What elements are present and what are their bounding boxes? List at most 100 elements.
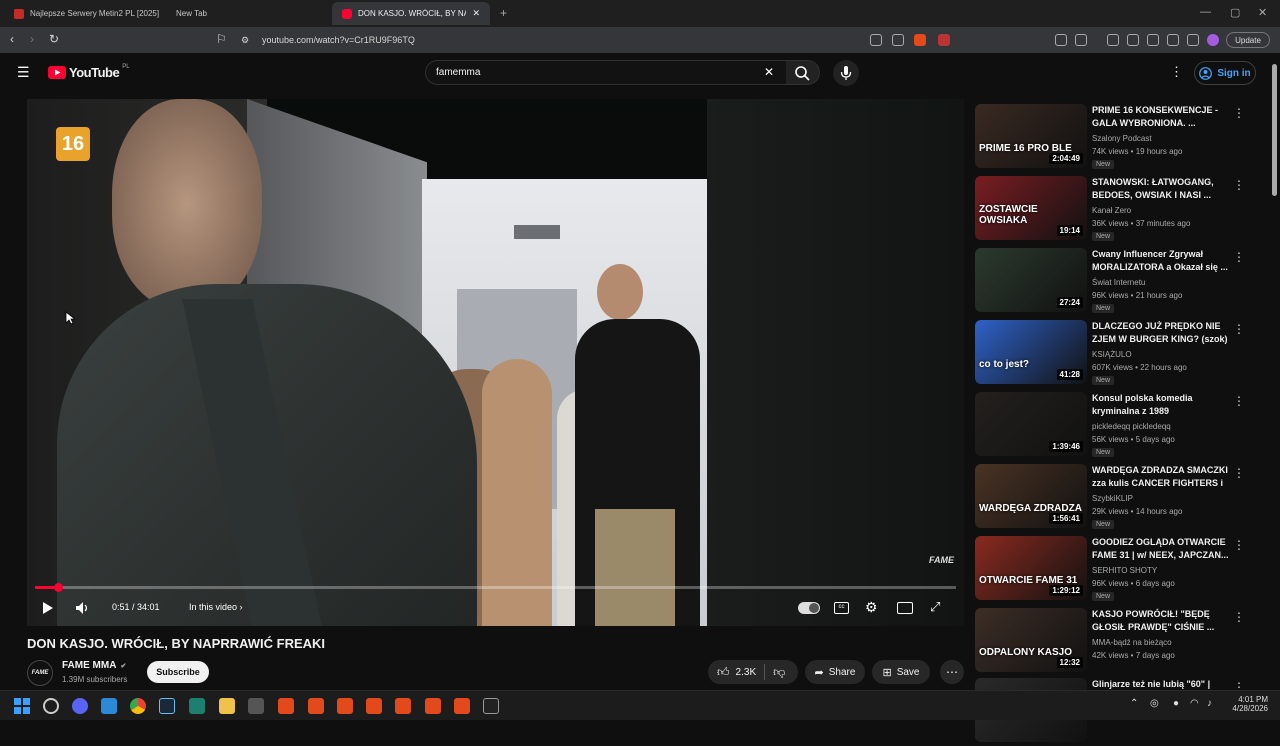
- recommendation-channel[interactable]: SzybkiKLIP: [1092, 494, 1133, 503]
- forward-icon[interactable]: ›: [30, 32, 34, 46]
- share-button[interactable]: ➦ Share: [805, 660, 865, 684]
- play-icon[interactable]: [42, 601, 54, 615]
- new-tab-icon[interactable]: +: [500, 6, 507, 20]
- sidebar-icon[interactable]: [1127, 34, 1139, 46]
- tray-mic-icon[interactable]: ●: [1173, 698, 1179, 709]
- share-page-icon[interactable]: [892, 34, 904, 46]
- sign-in-button[interactable]: Sign in: [1194, 61, 1256, 85]
- volume-icon[interactable]: [75, 601, 89, 615]
- browser-tab-metin[interactable]: Najlepsze Serwery Metin2 PL [2025]: [4, 2, 164, 25]
- brave-icon[interactable]: [278, 698, 294, 714]
- channel-name[interactable]: FAME MMA ✔: [62, 660, 126, 671]
- brave-shield-icon[interactable]: [914, 34, 926, 46]
- wallet-icon[interactable]: [1147, 34, 1159, 46]
- recommendation-channel[interactable]: KSIĄŻULO: [1092, 350, 1132, 359]
- recommendation-thumbnail[interactable]: ODPALONY KASJO 12:32: [975, 608, 1087, 672]
- recommendation-item[interactable]: WARDĘGA ZDRADZA 1:56:41 WARDĘGA ZDRADZA SM…: [975, 464, 1265, 532]
- recommendation-title[interactable]: STANOWSKI: ŁATWOGANG, BEDOES, OWSIAK I N…: [1092, 176, 1232, 202]
- volume-tray-icon[interactable]: ♪: [1207, 698, 1212, 709]
- close-tab-icon[interactable]: ✕: [472, 8, 480, 19]
- url-field[interactable]: youtube.com/watch?v=Cr1RU9F96TQ: [262, 35, 415, 45]
- brave-rewards-icon[interactable]: [938, 34, 950, 46]
- search-button[interactable]: [786, 60, 820, 85]
- recommendation-thumbnail[interactable]: 27:24: [975, 248, 1087, 312]
- recommendation-channel[interactable]: Szalony Podcast: [1092, 134, 1152, 143]
- menu-icon[interactable]: ☰: [17, 64, 30, 81]
- brave-icon[interactable]: [454, 698, 470, 714]
- recommendation-title[interactable]: PRIME 16 KONSEKWENCJE - GALA WYBRONIONA.…: [1092, 104, 1232, 130]
- page-scrollbar-thumb[interactable]: [1272, 64, 1277, 196]
- recommendation-channel[interactable]: Świat Internetu: [1092, 278, 1145, 287]
- recommendation-channel[interactable]: pickledeqq pickledeqq: [1092, 422, 1171, 431]
- settings-gear-icon[interactable]: ⚙: [865, 599, 878, 616]
- recommendation-thumbnail[interactable]: co to jest? 41:28: [975, 320, 1087, 384]
- reload-icon[interactable]: ↻: [49, 32, 59, 46]
- browser-tab-youtube[interactable]: DON KASJO. WRÓCIŁ, BY NAPR ✕: [332, 2, 490, 25]
- brave-icon[interactable]: [395, 698, 411, 714]
- recommendation-channel[interactable]: Kanał Zero: [1092, 206, 1131, 215]
- discord-icon[interactable]: [72, 698, 88, 714]
- autoplay-toggle[interactable]: [798, 602, 820, 614]
- search-input[interactable]: famemma: [436, 67, 480, 78]
- recommendation-thumbnail[interactable]: ZOSTAWCIE OWSIAKA 19:14: [975, 176, 1087, 240]
- site-info-icon[interactable]: ⚙: [241, 35, 249, 46]
- progress-scrubber[interactable]: [54, 583, 64, 592]
- brave-icon[interactable]: [308, 698, 324, 714]
- voice-search-button[interactable]: [833, 60, 859, 86]
- brave-icon[interactable]: [337, 698, 353, 714]
- recommendation-title[interactable]: DLACZEGO JUŻ PRĘDKO NIE ZJEM W BURGER KI…: [1092, 320, 1232, 346]
- recommendation-thumbnail[interactable]: PRIME 16 PRO BLE 2:04:49: [975, 104, 1087, 168]
- update-button[interactable]: Update: [1226, 32, 1270, 48]
- bookmark-icon[interactable]: ⚐: [216, 32, 227, 46]
- brave-icon[interactable]: [425, 698, 441, 714]
- vpn-icon[interactable]: [1187, 34, 1199, 46]
- recommendation-title[interactable]: WARDĘGA ZDRADZA SMACZKI zza kulis CANCER…: [1092, 464, 1232, 491]
- captions-icon[interactable]: cc: [834, 602, 849, 614]
- chapters-button[interactable]: In this video ›: [189, 602, 243, 612]
- file-explorer-icon[interactable]: [219, 698, 235, 714]
- fullscreen-icon[interactable]: ⤢: [930, 599, 940, 615]
- taskbar-app-icon[interactable]: [43, 698, 59, 714]
- tray-chevron-icon[interactable]: ⌃: [1130, 698, 1138, 709]
- more-options-icon[interactable]: ⋮: [1233, 394, 1245, 408]
- more-options-icon[interactable]: ⋮: [1233, 322, 1245, 336]
- extensions-icon[interactable]: [1055, 34, 1067, 46]
- recommendation-item[interactable]: OTWARCIE FAME 31 1:29:12 GOODIEZ OGLĄDA OT…: [975, 536, 1265, 604]
- network-icon[interactable]: ◠: [1190, 698, 1199, 709]
- recommendation-thumbnail[interactable]: 1:39:46: [975, 392, 1087, 456]
- recommendation-thumbnail[interactable]: OTWARCIE FAME 31 1:29:12: [975, 536, 1087, 600]
- recommendation-channel[interactable]: MMA-bądź na bieżąco: [1092, 638, 1172, 647]
- brave-icon[interactable]: [366, 698, 382, 714]
- clock[interactable]: 4:01 PM 4/28/2026: [1228, 695, 1268, 713]
- recommendation-item[interactable]: ZOSTAWCIE OWSIAKA 19:14 STANOWSKI: ŁATWOGA…: [975, 176, 1265, 244]
- taskbar-app-icon[interactable]: [189, 698, 205, 714]
- windows-start-icon[interactable]: [14, 698, 30, 714]
- youtube-logo[interactable]: YouTube PL: [48, 64, 130, 80]
- more-options-icon[interactable]: ⋮: [1233, 106, 1245, 120]
- progress-track[interactable]: [35, 586, 956, 589]
- dislike-icon[interactable]: 👎︎: [773, 665, 785, 680]
- miniplayer-icon[interactable]: [897, 602, 913, 614]
- maximize-icon[interactable]: ▢: [1230, 6, 1240, 19]
- reader-icon[interactable]: [1075, 34, 1087, 46]
- steam-icon[interactable]: [159, 698, 175, 714]
- more-options-icon[interactable]: ⋮: [1233, 250, 1245, 264]
- chrome-icon[interactable]: [130, 698, 146, 714]
- more-actions-button[interactable]: ⋯: [940, 660, 964, 684]
- save-button[interactable]: ⊞ Save: [872, 660, 930, 684]
- settings-more-icon[interactable]: ⋮: [1170, 64, 1183, 80]
- tray-app-icon[interactable]: ◎: [1150, 698, 1159, 709]
- close-window-icon[interactable]: ✕: [1258, 6, 1267, 19]
- subscribe-button[interactable]: Subscribe: [147, 661, 209, 683]
- like-icon[interactable]: 👍︎: [717, 665, 730, 680]
- more-options-icon[interactable]: ⋮: [1233, 178, 1245, 192]
- channel-avatar[interactable]: FAME: [27, 660, 53, 686]
- more-options-icon[interactable]: ⋮: [1233, 466, 1245, 480]
- recommendation-item[interactable]: PRIME 16 PRO BLE 2:04:49 PRIME 16 KONSEKWE…: [975, 104, 1265, 172]
- video-player[interactable]: 16 FAME 0:51 / 34:01 In this video › cc …: [27, 99, 964, 626]
- recommendation-thumbnail[interactable]: WARDĘGA ZDRADZA 1:56:41: [975, 464, 1087, 528]
- minimize-icon[interactable]: —: [1200, 6, 1211, 18]
- recommendation-title[interactable]: Cwany Influencer Zgrywał MORALIZATORA a …: [1092, 248, 1232, 274]
- recommendation-item[interactable]: ODPALONY KASJO 12:32 KASJO POWRÓCIŁ! "BĘDĘ…: [975, 608, 1265, 676]
- cast-icon[interactable]: [870, 34, 882, 46]
